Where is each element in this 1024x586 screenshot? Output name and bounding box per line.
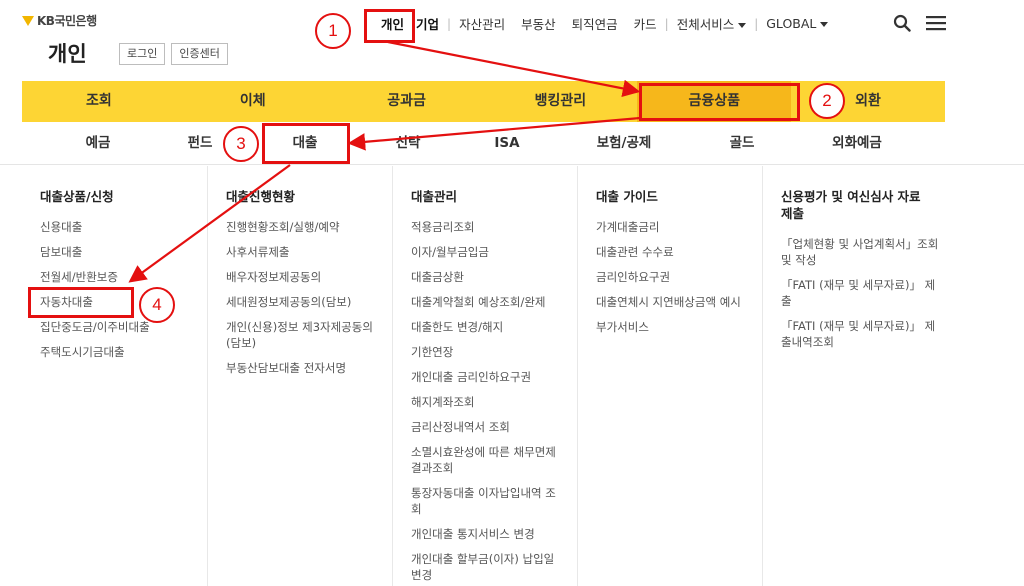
gnb-asset[interactable]: 자산관리 xyxy=(451,14,513,33)
menu-link[interactable]: 금리산정내역서 조회 xyxy=(411,419,577,435)
menu-link[interactable]: 대출관련 수수료 xyxy=(596,244,762,260)
menu-column: 대출진행현황 진행현황조회/실행/예약 사후서류제출 배우자정보제공동의 세대원… xyxy=(207,166,392,586)
menu-link[interactable]: 통장자동대출 이자납입내역 조회 xyxy=(411,485,561,517)
highlight-box xyxy=(639,83,800,121)
sub-nav-foreign-deposit[interactable]: 외화예금 xyxy=(832,122,882,165)
menu-link[interactable]: 적용금리조회 xyxy=(411,219,577,235)
menu-link[interactable]: 「FATI (재무 및 세무자료)」 제출내역조회 xyxy=(781,318,941,350)
column-title: 신용평가 및 여신심사 자료제출 xyxy=(781,189,921,221)
auth-buttons: 로그인 인증센터 xyxy=(119,43,228,65)
sub-nav-deposit[interactable]: 예금 xyxy=(86,122,111,165)
column-title: 대출상품/신청 xyxy=(40,189,114,204)
gnb-all-services-label: 전체서비스 xyxy=(676,17,735,32)
menu-link[interactable]: 가계대출금리 xyxy=(596,219,762,235)
gnb-pension[interactable]: 퇴직연금 xyxy=(564,14,626,33)
menu-link[interactable]: 진행현황조회/실행/예약 xyxy=(226,219,392,235)
menu-link[interactable]: 집단중도금/이주비대출 xyxy=(40,319,207,335)
menu-link[interactable]: 이자/월부금입금 xyxy=(411,244,577,260)
login-button[interactable]: 로그인 xyxy=(119,43,166,65)
menu-column: 대출상품/신청 신용대출 담보대출 전월세/반환보증 자동차대출 집단중도금/이… xyxy=(22,166,207,586)
menu-link[interactable]: 해지계좌조회 xyxy=(411,394,577,410)
caret-down-icon xyxy=(820,22,829,27)
menu-column: 대출 가이드 가계대출금리 대출관련 수수료 금리인하요구권 대출연체시 지연배… xyxy=(577,166,762,586)
column-title: 대출 가이드 xyxy=(596,189,658,204)
menu-link[interactable]: 배우자정보제공동의 xyxy=(226,269,392,285)
menu-link[interactable]: 개인대출 금리인하요구권 xyxy=(411,369,577,385)
menu-link[interactable]: 「FATI (재무 및 세무자료)」 제출 xyxy=(781,277,941,309)
column-title: 대출진행현황 xyxy=(226,189,296,204)
menu-link[interactable]: 금리인하요구권 xyxy=(596,269,762,285)
menu-link[interactable]: 대출계약철회 예상조회/완제 xyxy=(411,294,577,310)
sub-nav-isa[interactable]: ISA xyxy=(494,122,519,165)
column-title: 대출관리 xyxy=(411,189,458,204)
caret-down-icon xyxy=(738,23,747,28)
gnb-card[interactable]: 카드 xyxy=(626,14,665,33)
step-number-1: 1 xyxy=(315,13,351,49)
sub-nav: 예금 펀드 대출 신탁 ISA 보험/공제 골드 외화예금 xyxy=(0,122,1024,165)
menu-link[interactable]: 담보대출 xyxy=(40,244,207,260)
gnb-business[interactable]: 기업 xyxy=(412,14,447,33)
step-number-3: 3 xyxy=(223,126,259,162)
logo-text: KB국민은행 xyxy=(37,14,97,28)
menu-link[interactable]: 부가서비스 xyxy=(596,319,762,335)
menu-column: 신용평가 및 여신심사 자료제출 「업체현황 및 사업계획서」조회 및 작성 「… xyxy=(762,166,945,586)
menu-link[interactable]: 소멸시효완성에 따른 채무면제 결과조회 xyxy=(411,444,561,476)
sub-nav-trust[interactable]: 신탁 xyxy=(396,122,421,165)
menu-link[interactable]: 세대원정보제공동의(담보) xyxy=(226,294,392,310)
main-nav-banking[interactable]: 뱅킹관리 xyxy=(483,81,637,122)
gnb-all-services[interactable]: 전체서비스 xyxy=(669,14,755,33)
cert-center-button[interactable]: 인증센터 xyxy=(171,43,228,65)
kb-star-icon xyxy=(22,15,34,26)
menu-link[interactable]: 기한연장 xyxy=(411,344,577,360)
menu-link[interactable]: 「업체현황 및 사업계획서」조회 및 작성 xyxy=(781,236,941,268)
page-title: 개인 xyxy=(48,42,87,66)
sub-nav-gold[interactable]: 골드 xyxy=(730,122,755,165)
menu-link[interactable]: 부동산담보대출 전자서명 xyxy=(226,360,392,376)
step-number-4: 4 xyxy=(139,287,175,323)
highlight-box xyxy=(262,123,350,164)
kb-logo[interactable]: KB국민은행 xyxy=(22,12,97,29)
sub-nav-fund[interactable]: 펀드 xyxy=(188,122,213,165)
step-number-2: 2 xyxy=(809,83,845,119)
loan-mega-menu: 대출상품/신청 신용대출 담보대출 전월세/반환보증 자동차대출 집단중도금/이… xyxy=(22,166,945,586)
main-nav: 조회 이체 공과금 뱅킹관리 금융상품 외환 xyxy=(22,81,945,122)
search-icon[interactable] xyxy=(893,14,911,32)
hamburger-menu-icon[interactable] xyxy=(925,14,947,32)
gnb-realestate[interactable]: 부동산 xyxy=(513,14,564,33)
menu-link[interactable]: 사후서류제출 xyxy=(226,244,392,260)
menu-link[interactable]: 전월세/반환보증 xyxy=(40,269,207,285)
gnb-global[interactable]: GLOBAL xyxy=(758,16,836,31)
main-nav-utility[interactable]: 공과금 xyxy=(330,81,484,122)
menu-link[interactable]: 대출한도 변경/해지 xyxy=(411,319,577,335)
sub-nav-insurance[interactable]: 보험/공제 xyxy=(597,122,652,165)
menu-link[interactable]: 개인대출 할부금(이자) 납입일 변경 xyxy=(411,551,561,583)
main-nav-inquiry[interactable]: 조회 xyxy=(22,81,176,122)
menu-link[interactable]: 주택도시기금대출 xyxy=(40,344,207,360)
menu-column: 대출관리 적용금리조회 이자/월부금입금 대출금상환 대출계약철회 예상조회/완… xyxy=(392,166,577,586)
gnb-global-label: GLOBAL xyxy=(766,16,817,31)
menu-link[interactable]: 신용대출 xyxy=(40,219,207,235)
global-nav: 개인 기업 | 자산관리 부동산 퇴직연금 카드 | 전체서비스 | GLOBA… xyxy=(373,14,836,33)
menu-link[interactable]: 개인(신용)정보 제3자제공동의(담보) xyxy=(226,319,376,351)
menu-link[interactable]: 개인대출 통지서비스 변경 xyxy=(411,526,577,542)
highlight-box xyxy=(364,9,415,43)
menu-link[interactable]: 대출금상환 xyxy=(411,269,577,285)
main-nav-transfer[interactable]: 이체 xyxy=(176,81,330,122)
highlight-box xyxy=(28,287,134,318)
menu-link[interactable]: 대출연체시 지연배상금액 예시 xyxy=(596,294,762,310)
